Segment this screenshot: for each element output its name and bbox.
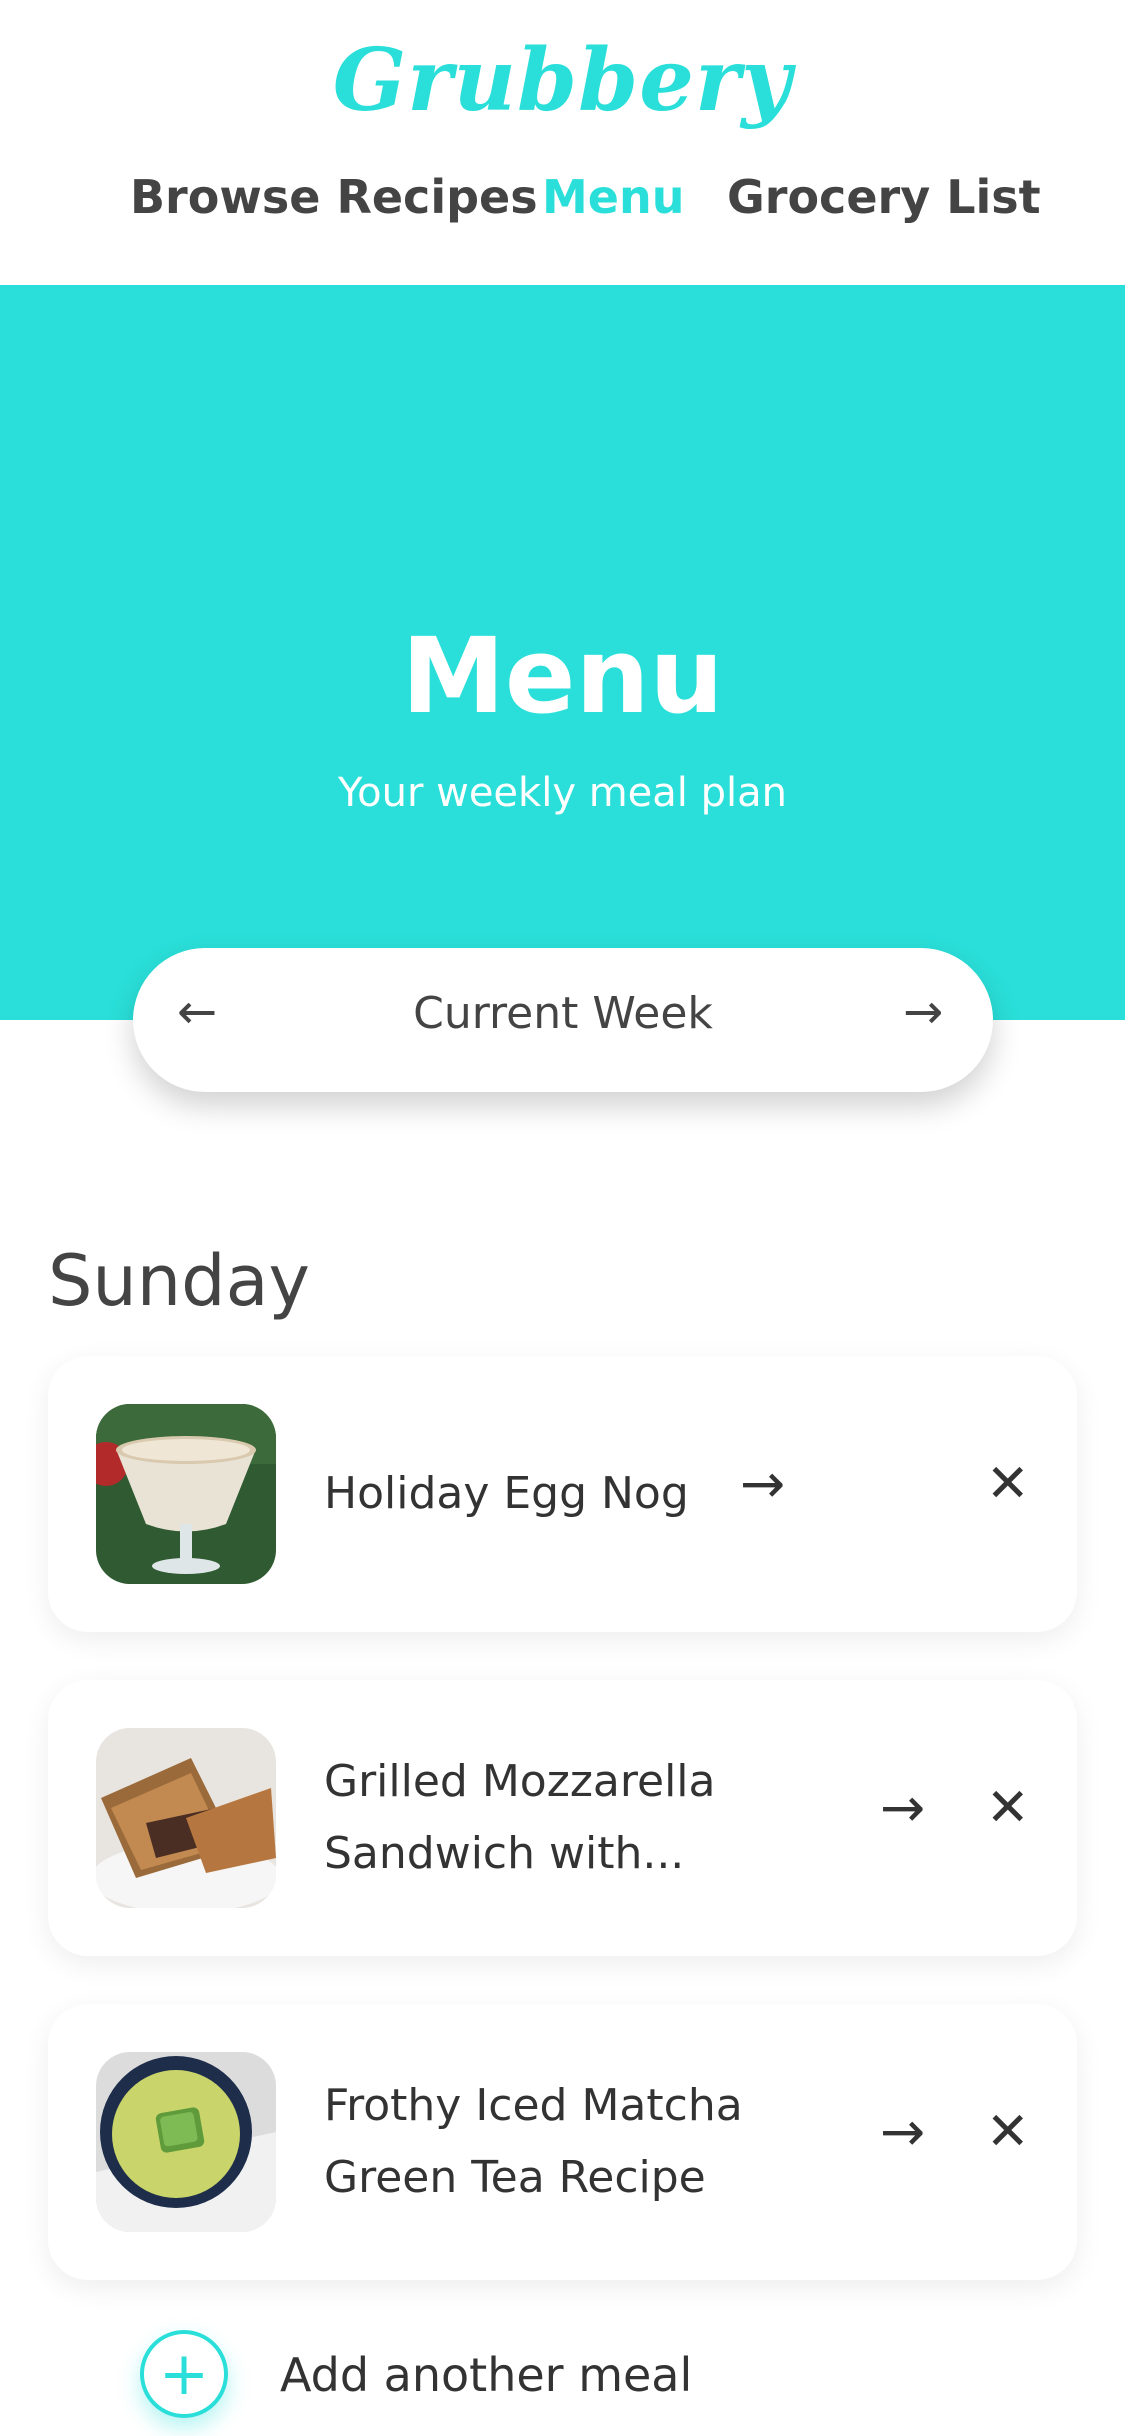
meal-name-line-1[interactable]: Grilled Mozzarella (324, 1746, 716, 1818)
main-nav: Browse Recipes Menu Grocery List (0, 170, 1125, 240)
meal-name-line-1[interactable]: Frothy Iced Matcha (324, 2070, 743, 2142)
header: Grubbery Browse Recipes Menu Grocery Lis… (0, 0, 1125, 285)
arrow-right-icon[interactable]: → (880, 2100, 925, 2163)
meal-card[interactable]: Grilled Mozzarella Sandwich with... → ✕ (48, 1680, 1077, 1956)
add-meal-label[interactable]: Add another meal (280, 2348, 692, 2402)
close-icon[interactable]: ✕ (986, 1454, 1030, 1514)
meal-name-line-2[interactable]: Sandwich with... (324, 1818, 684, 1890)
page-subtitle: Your weekly meal plan (338, 770, 787, 816)
nav-browse-recipes[interactable]: Browse Recipes (130, 170, 538, 224)
plus-circle-icon[interactable]: + (140, 2330, 228, 2418)
close-icon[interactable]: ✕ (986, 2102, 1030, 2162)
page-title: Menu (401, 615, 724, 737)
meal-image (96, 1404, 276, 1584)
nav-grocery-list[interactable]: Grocery List (727, 170, 1041, 224)
meal-card[interactable]: Holiday Egg Nog → ✕ (48, 1356, 1077, 1632)
meal-image (96, 1728, 276, 1908)
arrow-right-icon[interactable]: → (740, 1452, 785, 1515)
day-heading: Sunday (48, 1240, 310, 1322)
meal-image (96, 2052, 276, 2232)
meal-card[interactable]: Frothy Iced Matcha Green Tea Recipe → ✕ (48, 2004, 1077, 2280)
logo[interactable]: Grubbery (0, 30, 1125, 131)
meal-name-line-2[interactable]: Green Tea Recipe (324, 2142, 706, 2214)
week-label: Current Week (413, 988, 713, 1039)
close-icon[interactable]: ✕ (986, 1778, 1030, 1838)
nav-menu[interactable]: Menu (542, 170, 684, 224)
arrow-right-icon[interactable]: → (903, 984, 943, 1040)
meal-name[interactable]: Holiday Egg Nog (324, 1458, 689, 1530)
week-selector: ← Current Week → (133, 948, 993, 1092)
arrow-right-icon[interactable]: → (880, 1776, 925, 1839)
